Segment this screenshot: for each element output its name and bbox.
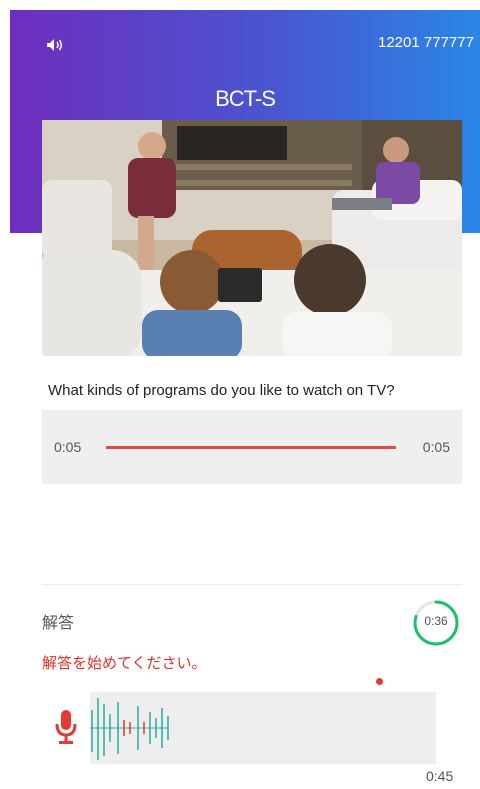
recording-indicator-dot bbox=[376, 678, 383, 685]
recording-time: 0:45 bbox=[426, 768, 454, 784]
microphone-icon[interactable] bbox=[54, 709, 78, 745]
app-screen: 12201 777777 BCT-S What kinds of program… bbox=[0, 0, 480, 789]
answer-instruction: 解答を始めてください。 bbox=[42, 655, 207, 672]
app-title: BCT-S bbox=[215, 86, 276, 111]
user-id: 12201 777777 bbox=[378, 34, 474, 51]
audio-progress-bar[interactable] bbox=[106, 446, 396, 449]
section-divider bbox=[42, 584, 462, 585]
audio-player[interactable]: 0:05 0:05 bbox=[42, 410, 462, 484]
question-photo bbox=[42, 120, 462, 356]
countdown-timer: 0:36 bbox=[411, 598, 461, 648]
question-text: What kinds of programs do you like to wa… bbox=[48, 382, 395, 399]
speaker-icon[interactable] bbox=[46, 38, 64, 52]
answer-label: 解答 bbox=[42, 615, 75, 632]
recording-waveform bbox=[90, 692, 436, 764]
audio-current-time: 0:05 bbox=[54, 439, 82, 455]
audio-total-time: 0:05 bbox=[422, 439, 450, 455]
timer-text: 0:36 bbox=[424, 614, 448, 628]
audio-progress-fill bbox=[106, 446, 396, 449]
